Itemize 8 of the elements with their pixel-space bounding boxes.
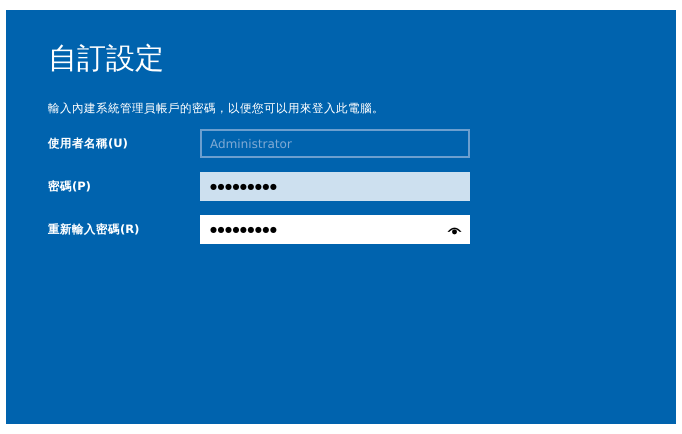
instruction-text: 輸入內建系統管理員帳戶的密碼，以便您可以用來登入此電腦。 (48, 101, 385, 115)
input-field[interactable]: ●●●●●●●●● (200, 215, 470, 244)
field-label: 密碼(P) (48, 179, 92, 194)
field-label: 重新輸入密碼(R) (48, 222, 140, 237)
page-title: 自訂設定 (48, 40, 165, 77)
field-label: 使用者名稱(U) (48, 136, 129, 151)
input-field[interactable]: ●●●●●●●●● (200, 172, 470, 201)
eye-icon[interactable] (447, 225, 462, 235)
